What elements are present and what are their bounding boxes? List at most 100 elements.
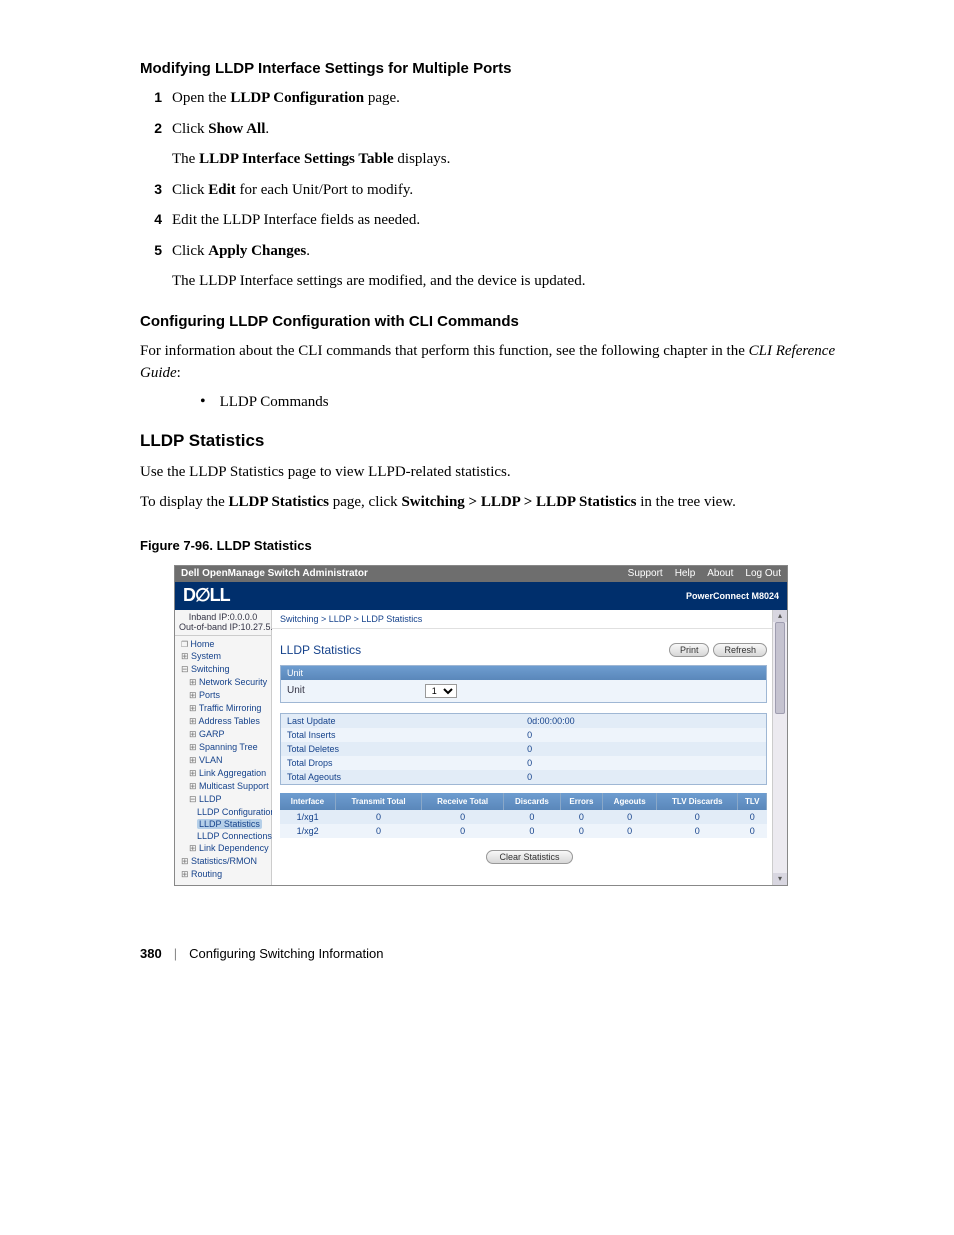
grid-header: Interface (280, 793, 335, 810)
grid-header: TLV Discards (657, 793, 738, 810)
section-cli-heading: Configuring LLDP Configuration with CLI … (140, 313, 864, 330)
summary-row: Last Update0d:00:00:00 (281, 713, 767, 728)
breadcrumb[interactable]: Switching > LLDP > LLDP Statistics (272, 610, 787, 629)
summary-key: Total Drops (281, 756, 428, 770)
unit-label: Unit (287, 685, 305, 696)
summary-value: 0 (427, 756, 766, 770)
grid-cell: 0 (738, 810, 767, 824)
lldp-stats-heading: LLDP Statistics (140, 431, 864, 451)
statistics-grid: InterfaceTransmit TotalReceive TotalDisc… (280, 793, 767, 838)
inband-ip: Inband IP:0.0.0.0 (179, 612, 267, 623)
grid-header: Ageouts (603, 793, 657, 810)
nav-item[interactable]: Ports (179, 689, 271, 702)
clear-statistics-button[interactable]: Clear Statistics (486, 850, 572, 864)
scroll-down-icon[interactable]: ▾ (773, 873, 787, 885)
nav-item[interactable]: Link Dependency (179, 842, 271, 855)
step-text: Click Edit for each Unit/Port to modify. (172, 179, 864, 202)
nav-item[interactable]: Spanning Tree (179, 741, 271, 754)
topbar-link-logout[interactable]: Log Out (745, 568, 781, 579)
step-text: Click Apply Changes. (172, 240, 864, 263)
nav-ip-box: Inband IP:0.0.0.0 Out-of-band IP:10.27.5… (175, 610, 271, 637)
summary-row: Total Drops0 (281, 756, 767, 770)
grid-cell: 0 (738, 824, 767, 838)
summary-value: 0 (427, 742, 766, 756)
main-panel: ▴ ▾ Switching > LLDP > LLDP Statistics L… (272, 610, 787, 886)
grid-cell: 0 (657, 810, 738, 824)
lldp-stats-para1: Use the LLDP Statistics page to view LLP… (140, 461, 864, 484)
page-number: 380 (140, 946, 162, 961)
section-modify-heading: Modifying LLDP Interface Settings for Mu… (140, 60, 864, 77)
cli-paragraph: For information about the CLI commands t… (140, 340, 864, 385)
nav-tree[interactable]: Inband IP:0.0.0.0 Out-of-band IP:10.27.5… (175, 610, 272, 886)
grid-cell: 1/xg1 (280, 810, 335, 824)
print-button[interactable]: Print (669, 643, 710, 657)
nav-item[interactable]: LLDP Connections (179, 830, 271, 842)
topbar-link-help[interactable]: Help (675, 568, 696, 579)
grid-cell: 0 (422, 824, 504, 838)
summary-key: Last Update (281, 713, 428, 728)
outofband-ip: Out-of-band IP:10.27.5.31 (179, 622, 267, 633)
unit-select[interactable]: 1 (425, 684, 457, 698)
step-number: 1 (140, 87, 172, 110)
step-subtext: The LLDP Interface settings are modified… (172, 270, 864, 293)
unit-panel: Unit Unit 1 (280, 665, 767, 703)
nav-item[interactable]: Switching (179, 663, 271, 676)
grid-cell: 0 (603, 810, 657, 824)
step-text: Click Show All. (172, 118, 864, 141)
lldp-stats-para2: To display the LLDP Statistics page, cli… (140, 491, 864, 514)
chapter-title: Configuring Switching Information (189, 946, 383, 961)
nav-item[interactable]: Multicast Support (179, 780, 271, 793)
nav-item[interactable]: LLDP Statistics (179, 818, 271, 830)
nav-item[interactable]: GARP (179, 728, 271, 741)
nav-item[interactable]: LLDP (179, 793, 271, 806)
nav-item[interactable]: VLAN (179, 754, 271, 767)
step-subtext: The LLDP Interface Settings Table displa… (172, 148, 864, 171)
app-topbar: Dell OpenManage Switch Administrator Sup… (175, 566, 787, 582)
footer-separator: | (174, 946, 177, 961)
refresh-button[interactable]: Refresh (713, 643, 767, 657)
grid-cell: 0 (335, 810, 421, 824)
nav-item[interactable]: Statistics/RMON (179, 855, 271, 868)
grid-header: Errors (560, 793, 602, 810)
nav-item[interactable]: Link Aggregation (179, 767, 271, 780)
summary-row: Total Inserts0 (281, 728, 767, 742)
topbar-link-support[interactable]: Support (628, 568, 663, 579)
nav-item[interactable]: LLDP Configuration (179, 806, 271, 818)
topbar-link-about[interactable]: About (707, 568, 733, 579)
figure-caption: Figure 7-96. LLDP Statistics (140, 538, 864, 553)
grid-header: Receive Total (422, 793, 504, 810)
grid-cell: 0 (560, 810, 602, 824)
nav-item[interactable]: Address Tables (179, 715, 271, 728)
step-number: 5 (140, 240, 172, 263)
step-text: Edit the LLDP Interface fields as needed… (172, 209, 864, 232)
nav-item[interactable]: Home (179, 638, 271, 650)
summary-key: Total Deletes (281, 742, 428, 756)
app-title: Dell OpenManage Switch Administrator (181, 568, 368, 579)
summary-value: 0d:00:00:00 (427, 713, 766, 728)
grid-header: TLV (738, 793, 767, 810)
brand-bar: D∅LL PowerConnect M8024 (175, 582, 787, 610)
model-label: PowerConnect M8024 (686, 591, 779, 601)
scroll-thumb[interactable] (775, 622, 785, 714)
grid-cell: 0 (422, 810, 504, 824)
nav-item[interactable]: System (179, 650, 271, 663)
grid-cell: 0 (335, 824, 421, 838)
grid-cell: 1/xg2 (280, 824, 335, 838)
grid-row: 1/xg10000000 (280, 810, 767, 824)
nav-item[interactable]: Routing (179, 868, 271, 881)
summary-value: 0 (427, 728, 766, 742)
cli-bullet-item: LLDP Commands (200, 393, 864, 411)
nav-item[interactable]: Traffic Mirroring (179, 702, 271, 715)
unit-panel-header: Unit (281, 666, 766, 680)
steps-list: 1 Open the LLDP Configuration page. 2 Cl… (140, 87, 864, 293)
grid-cell: 0 (657, 824, 738, 838)
step-number: 4 (140, 209, 172, 232)
scroll-up-icon[interactable]: ▴ (773, 610, 787, 622)
scrollbar[interactable]: ▴ ▾ (772, 610, 787, 886)
nav-item[interactable]: Network Security (179, 676, 271, 689)
page-footer: 380 | Configuring Switching Information (140, 946, 864, 961)
grid-header: Discards (504, 793, 561, 810)
grid-cell: 0 (504, 824, 561, 838)
summary-key: Total Inserts (281, 728, 428, 742)
grid-row: 1/xg20000000 (280, 824, 767, 838)
